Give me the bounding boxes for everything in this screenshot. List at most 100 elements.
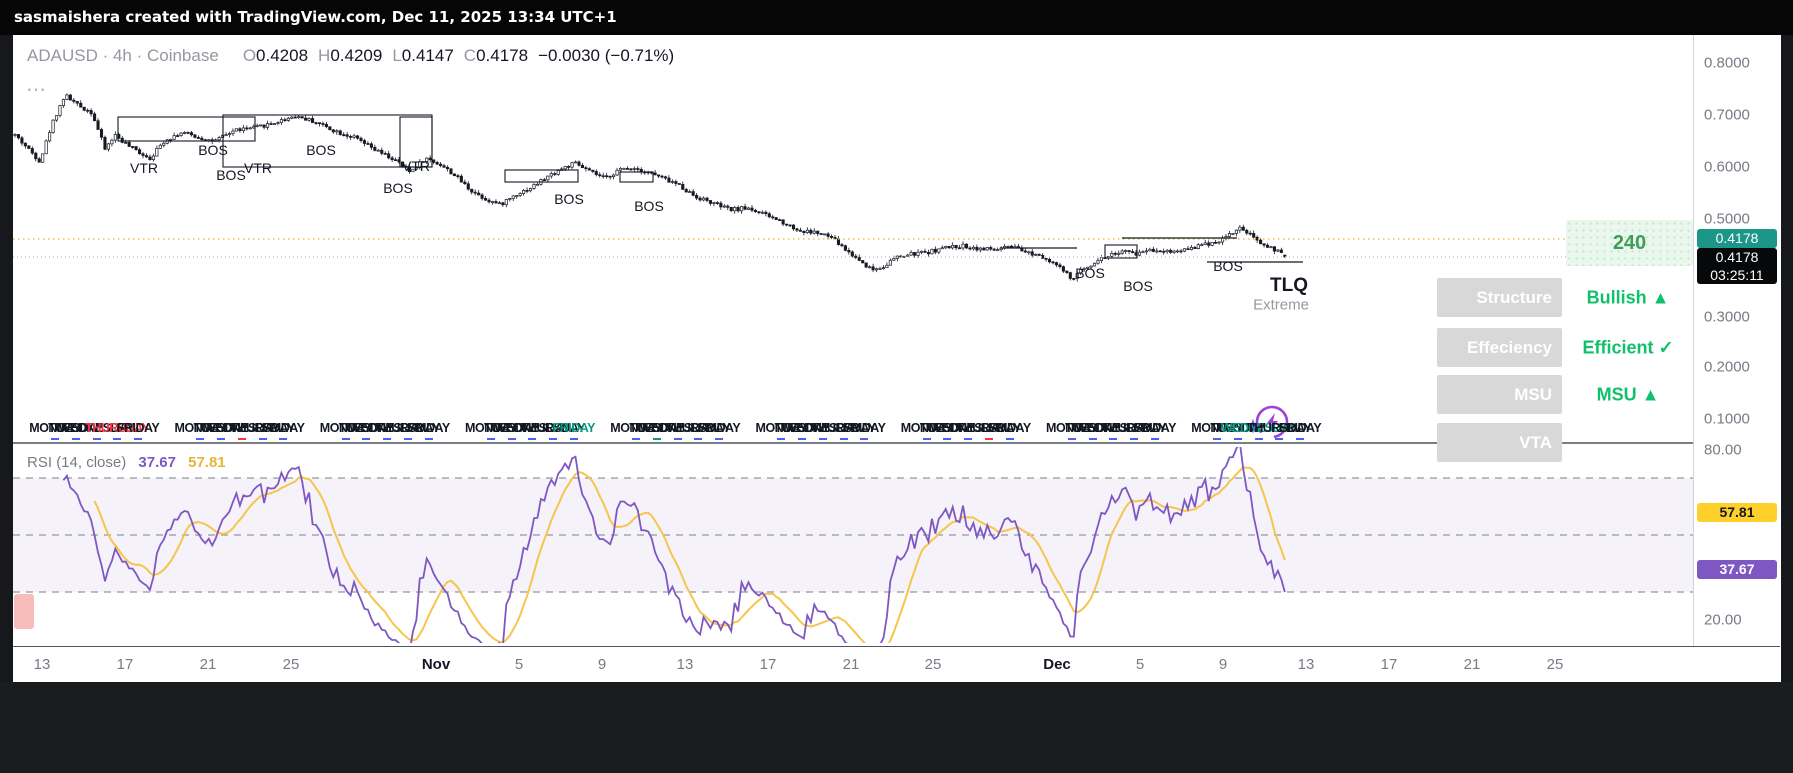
day-marker bbox=[1089, 438, 1097, 440]
indicator-price-badge: 0.4178 bbox=[1697, 229, 1777, 248]
candle-wicks bbox=[15, 93, 1285, 281]
rsi-params: (14, close) bbox=[56, 454, 126, 471]
price-scale-label: 0.7000 bbox=[1704, 107, 1750, 124]
panel-value-effeciency: Efficient ✓ bbox=[1582, 338, 1673, 359]
price-scale-label: 0.3000 bbox=[1704, 309, 1750, 326]
panel-value-structure: Bullish ▲ bbox=[1587, 288, 1670, 309]
last-price-badge: 0.417803:25:11 bbox=[1697, 248, 1777, 284]
time-axis-label: 17 bbox=[117, 656, 134, 673]
structure-label: BOS bbox=[1075, 265, 1105, 281]
price-scale[interactable]: 0.80000.70000.60000.50000.30000.20000.10… bbox=[1693, 35, 1781, 682]
structure-label: VTR bbox=[244, 160, 272, 176]
more-options-icon[interactable]: ⋯ bbox=[26, 77, 48, 102]
panel-label-structure: Structure bbox=[1437, 278, 1562, 317]
rsi-oversold-patch bbox=[14, 594, 34, 629]
day-marker bbox=[1068, 438, 1076, 440]
day-marker bbox=[1213, 438, 1221, 440]
time-axis-label: 25 bbox=[283, 656, 300, 673]
day-marker bbox=[362, 438, 370, 440]
chart-widget: BOSVTRBOSVTRBOSVTRBOSBOSBOSBOSBOSBOSTLQE… bbox=[13, 35, 1780, 682]
tlq-label: TLQ bbox=[1270, 275, 1308, 297]
structure-label: VTR bbox=[130, 160, 158, 176]
day-marker bbox=[860, 438, 868, 440]
day-name-label: FRIDAY bbox=[1279, 421, 1321, 435]
time-axis-label: 17 bbox=[760, 656, 777, 673]
bar-countdown: 03:25:11 bbox=[1697, 266, 1777, 284]
ohlc-letter: H bbox=[318, 46, 330, 65]
time-axis-label: 21 bbox=[1464, 656, 1481, 673]
day-marker bbox=[798, 438, 806, 440]
rsi-value-main: 37.67 bbox=[138, 454, 176, 471]
day-marker bbox=[715, 438, 723, 440]
structure-box bbox=[118, 117, 255, 141]
structure-label: BOS bbox=[198, 142, 228, 158]
ohlc-letter: C bbox=[464, 46, 476, 65]
ohlc-letter: L bbox=[392, 46, 401, 65]
day-marker bbox=[93, 438, 101, 440]
rsi-title: RSI bbox=[27, 454, 52, 471]
rsi-value-badge: 37.67 bbox=[1697, 560, 1777, 579]
time-axis-label: 5 bbox=[1136, 656, 1144, 673]
day-marker bbox=[632, 438, 640, 440]
time-axis-label: 9 bbox=[598, 656, 606, 673]
day-marker bbox=[383, 438, 391, 440]
day-name-label: FRIDAY bbox=[407, 421, 449, 435]
time-axis-label: 25 bbox=[1547, 656, 1564, 673]
day-marker bbox=[487, 438, 495, 440]
day-marker bbox=[570, 438, 578, 440]
day-marker bbox=[549, 438, 557, 440]
time-axis-label: 5 bbox=[515, 656, 523, 673]
ohlc-number: 0.4209 bbox=[330, 46, 382, 65]
day-marker bbox=[964, 438, 972, 440]
day-marker bbox=[694, 438, 702, 440]
day-name-label: FRIDAY bbox=[698, 421, 740, 435]
time-axis-label: 21 bbox=[200, 656, 217, 673]
structure-label: BOS bbox=[554, 191, 584, 207]
time-axis-label: 9 bbox=[1219, 656, 1227, 673]
day-marker bbox=[259, 438, 267, 440]
day-marker bbox=[425, 438, 433, 440]
symbol-title: ADAUSD · 4h · Coinbase bbox=[27, 46, 219, 65]
structure-label: BOS bbox=[306, 142, 336, 158]
ohlc-number: 0.4147 bbox=[402, 46, 454, 65]
structure-label: BOS bbox=[1123, 278, 1153, 294]
candle-bodies bbox=[14, 95, 1286, 279]
day-marker bbox=[134, 438, 142, 440]
day-marker bbox=[196, 438, 204, 440]
time-axis-label: Nov bbox=[422, 656, 450, 673]
rsi-value-ma: 57.81 bbox=[188, 454, 226, 471]
day-name-label: FRIDAY bbox=[553, 421, 595, 435]
price-scale-label: 0.5000 bbox=[1704, 211, 1750, 228]
chart-legend: ADAUSD · 4h · CoinbaseO0.4208H0.4209L0.4… bbox=[27, 46, 674, 66]
panel-label-msu: MSU bbox=[1437, 375, 1562, 414]
time-axis-label: 13 bbox=[1298, 656, 1315, 673]
day-marker bbox=[508, 438, 516, 440]
ohlc-values: O0.4208H0.4209L0.4147C0.4178 bbox=[233, 46, 528, 65]
attribution-text: sasmaishera created with TradingView.com… bbox=[14, 8, 617, 26]
day-marker bbox=[51, 438, 59, 440]
day-marker bbox=[674, 438, 682, 440]
day-marker bbox=[217, 438, 225, 440]
day-marker bbox=[404, 438, 412, 440]
ohlc-number: 0.4178 bbox=[476, 46, 528, 65]
ohlc-number: 0.4208 bbox=[256, 46, 308, 65]
time-axis-label: 25 bbox=[925, 656, 942, 673]
time-axis[interactable]: 13172125Nov5913172125Dec5913172125 bbox=[13, 646, 1780, 683]
day-marker bbox=[1130, 438, 1138, 440]
day-name-label: FRIDAY bbox=[117, 421, 159, 435]
attribution-bar: sasmaishera created with TradingView.com… bbox=[0, 0, 1793, 35]
tradingview-widget: sasmaishera created with TradingView.com… bbox=[0, 0, 1793, 773]
timeframe-badge: 240 bbox=[1566, 220, 1693, 266]
day-marker bbox=[943, 438, 951, 440]
day-marker bbox=[840, 438, 848, 440]
day-marker bbox=[1151, 438, 1159, 440]
day-name-label: FRIDAY bbox=[843, 421, 885, 435]
day-name-label: FRIDAY bbox=[1134, 421, 1176, 435]
price-scale-label: 0.2000 bbox=[1704, 359, 1750, 376]
day-name-label: FRIDAY bbox=[262, 421, 304, 435]
structure-label: VTR bbox=[402, 158, 430, 174]
day-marker bbox=[528, 438, 536, 440]
day-marker bbox=[342, 438, 350, 440]
day-marker bbox=[1234, 438, 1242, 440]
time-axis-label: 13 bbox=[677, 656, 694, 673]
